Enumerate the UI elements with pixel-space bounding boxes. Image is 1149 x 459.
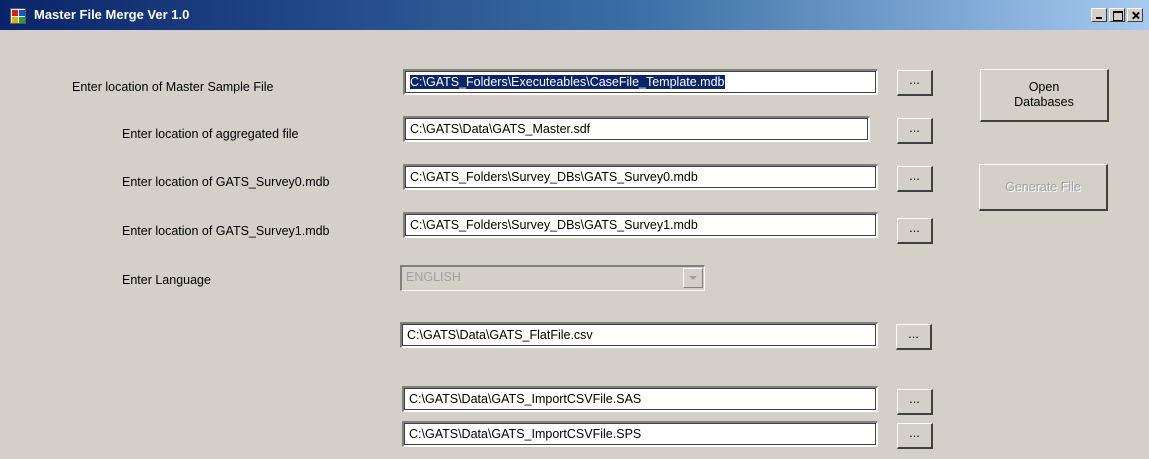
browse-sps-button[interactable]: ... <box>897 423 933 449</box>
open-databases-label: Open Databases <box>1014 80 1074 109</box>
survey1-field[interactable]: C:\GATS_Folders\Survey_DBs\GATS_Survey1.… <box>403 212 878 238</box>
browse-sas-button[interactable]: ... <box>897 389 933 415</box>
close-icon[interactable] <box>1127 8 1143 22</box>
master-file-merge-window: Master File Merge Ver 1.0 Enter location… <box>0 0 1149 459</box>
language-label: Enter Language <box>122 273 211 287</box>
browse-flatfile-button[interactable]: ... <box>896 324 932 350</box>
chevron-down-icon[interactable] <box>683 268 703 288</box>
language-select[interactable]: ENGLISH <box>400 265 705 291</box>
browse-survey1-button[interactable]: ... <box>897 218 933 244</box>
flatfile-field[interactable]: C:\GATS\Data\GATS_FlatFile.csv <box>400 322 878 348</box>
master-sample-label: Enter location of Master Sample File <box>72 80 274 94</box>
app-icon <box>10 8 26 24</box>
maximize-icon[interactable] <box>1109 8 1125 22</box>
title-bar: Master File Merge Ver 1.0 <box>0 0 1149 30</box>
generate-file-button[interactable]: Generate File <box>979 164 1108 211</box>
master-sample-value: C:\GATS_Folders\Executeables\CaseFile_Te… <box>410 75 725 89</box>
open-databases-button[interactable]: Open Databases <box>980 69 1109 122</box>
browse-master-sample-button[interactable]: ... <box>897 70 933 96</box>
window-controls <box>1089 8 1143 22</box>
language-selected: ENGLISH <box>406 270 461 284</box>
survey0-field[interactable]: C:\GATS_Folders\Survey_DBs\GATS_Survey0.… <box>403 164 878 190</box>
browse-survey0-button[interactable]: ... <box>897 166 933 192</box>
master-sample-field[interactable]: C:\GATS_Folders\Executeables\CaseFile_Te… <box>403 69 878 95</box>
browse-aggregated-button[interactable]: ... <box>897 118 933 144</box>
survey1-label: Enter location of GATS_Survey1.mdb <box>122 224 330 238</box>
minimize-icon[interactable] <box>1091 8 1107 22</box>
window-title: Master File Merge Ver 1.0 <box>34 7 190 22</box>
sas-field[interactable]: C:\GATS\Data\GATS_ImportCSVFile.SAS <box>402 386 878 412</box>
aggregated-field[interactable]: C:\GATS\Data\GATS_Master.sdf <box>403 116 870 142</box>
survey0-label: Enter location of GATS_Survey0.mdb <box>122 175 330 189</box>
sps-field[interactable]: C:\GATS\Data\GATS_ImportCSVFile.SPS <box>402 421 878 447</box>
aggregated-label: Enter location of aggregated file <box>122 127 299 141</box>
